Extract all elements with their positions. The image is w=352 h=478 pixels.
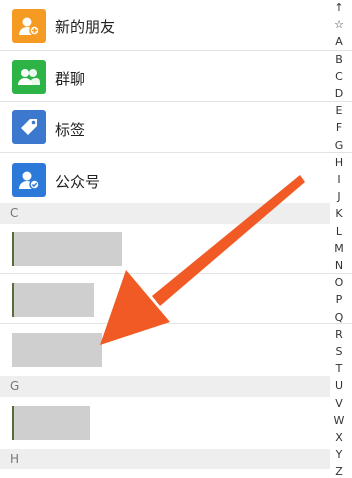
annotation-arrow [100,175,305,345]
